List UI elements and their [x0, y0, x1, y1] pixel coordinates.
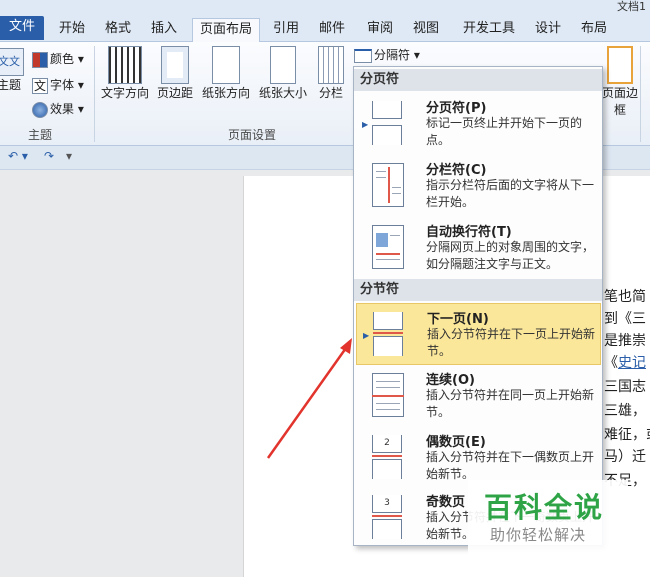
word-window: 文档1 文件 开始 格式 插入 页面布局 引用 邮件 审阅 视图 开发工具 设计…	[0, 0, 650, 577]
watermark-logo: 百科全说 助你轻松解决	[468, 480, 628, 562]
watermark-title: 百科全说	[484, 491, 605, 524]
watermark-subtitle: 助你轻松解决	[490, 526, 587, 544]
